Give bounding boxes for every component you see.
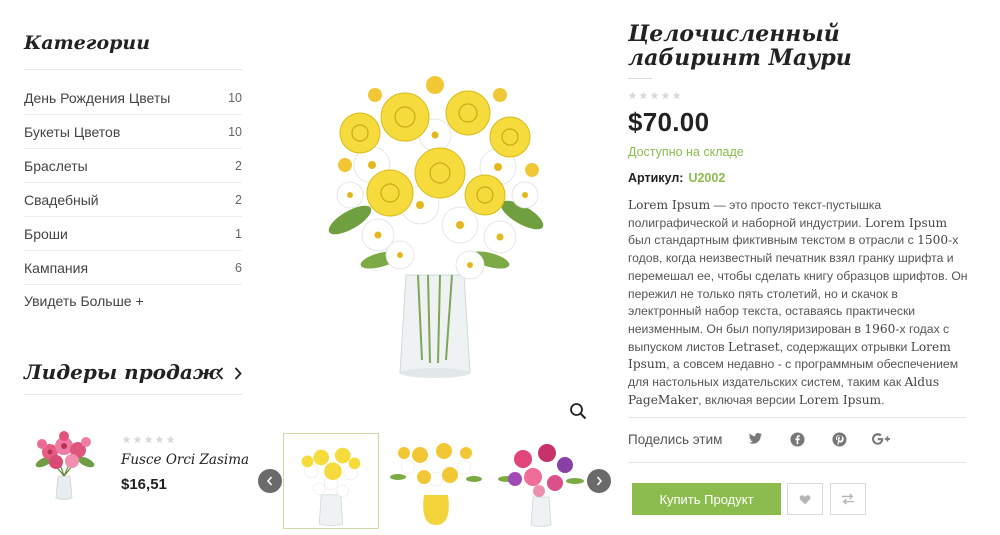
thumbnail-carousel [258,433,612,531]
bestseller-price: $16,51 [121,476,167,493]
description-serif-run: Lorem Ipsum [864,215,948,230]
description-run: , содержащих отрывки [779,339,911,354]
category-label: Свадебный [24,191,99,208]
description-serif-run: Lorem Ipsum [628,198,711,212]
share-icons [746,430,890,448]
bestseller-name[interactable]: Fusce Orci Zasima [121,452,249,468]
description-serif-run: 1960 [864,321,896,336]
category-count: 10 [228,124,242,139]
description-serif-run: 1500 [917,233,949,248]
wishlist-button[interactable] [787,483,823,515]
heart-icon [799,494,811,504]
bestseller-image[interactable] [28,428,100,502]
google-plus-icon[interactable] [872,430,890,448]
category-label: Кампания [24,259,89,276]
bestseller-item[interactable]: Fusce Orci Zasima $16,51 [24,428,249,508]
product-main-image[interactable] [300,55,570,385]
twitter-icon[interactable] [746,430,764,448]
zoom-icon[interactable] [569,402,587,420]
category-item[interactable]: День Рождения Цветы 10 [24,81,242,115]
share-label: Поделись этим [628,432,723,447]
sku-value: U2002 [688,171,726,185]
sku: Артикул: U2002 [628,171,725,185]
category-label: День Рождения Цветы [24,89,171,106]
description-run: -х годов, когда неизвестный печатник взя… [628,233,968,336]
category-item[interactable]: Свадебный 2 [24,183,242,217]
rating-stars [122,435,175,444]
category-item[interactable]: Броши 1 [24,217,242,251]
category-label: Броши [24,225,68,242]
description-run: , включая версии [698,392,799,407]
thumbnail-image[interactable] [493,433,589,529]
product-price: $70.00 [628,107,710,137]
category-item[interactable]: Браслеты 2 [24,149,242,183]
chevron-left-icon[interactable] [258,469,282,493]
bestsellers-title: Лидеры продаж [24,360,219,384]
category-item[interactable]: Букеты Цветов 10 [24,115,242,149]
category-list: День Рождения Цветы 10 Букеты Цветов 10 … [24,81,242,285]
rating-stars[interactable] [628,91,681,100]
product-title: Целочисленный лабиринт Маури [628,21,852,71]
thumbnail-image[interactable] [388,433,484,529]
divider [628,417,966,418]
description-serif-run: Letraset [728,339,780,354]
divider [24,394,242,395]
description-run: был стандартным фиктивным текстом в отра… [628,233,918,248]
category-count: 2 [235,158,242,173]
category-count: 2 [235,192,242,207]
bestsellers-nav [214,364,244,382]
facebook-icon[interactable] [788,430,806,448]
chevron-left-icon[interactable] [214,364,226,382]
divider [628,462,966,463]
buy-button[interactable]: Купить Продукт [632,483,781,515]
compare-button[interactable] [830,483,866,515]
chevron-right-icon[interactable] [232,364,244,382]
category-item[interactable]: Кампания 6 [24,251,242,285]
description-run: . [881,392,885,407]
see-more-link[interactable]: Увидеть Больше + [24,293,144,309]
stock-status: Доступно на складе [628,145,744,159]
thumbnail-image[interactable] [283,433,379,529]
sku-label: Артикул: [628,171,684,185]
categories-title: Категории [24,32,151,54]
category-label: Букеты Цветов [24,123,121,140]
chevron-right-icon[interactable] [587,469,611,493]
pinterest-icon[interactable] [830,430,848,448]
divider [628,78,652,79]
category-count: 1 [235,226,242,241]
product-description: Lorem Ipsum — это просто текст-пустышка … [628,197,968,409]
category-count: 6 [235,260,242,275]
description-serif-run: Lorem Ipsum [798,392,882,407]
divider [24,69,242,70]
category-label: Браслеты [24,157,88,174]
compare-icon [842,493,854,505]
category-count: 10 [228,90,242,105]
